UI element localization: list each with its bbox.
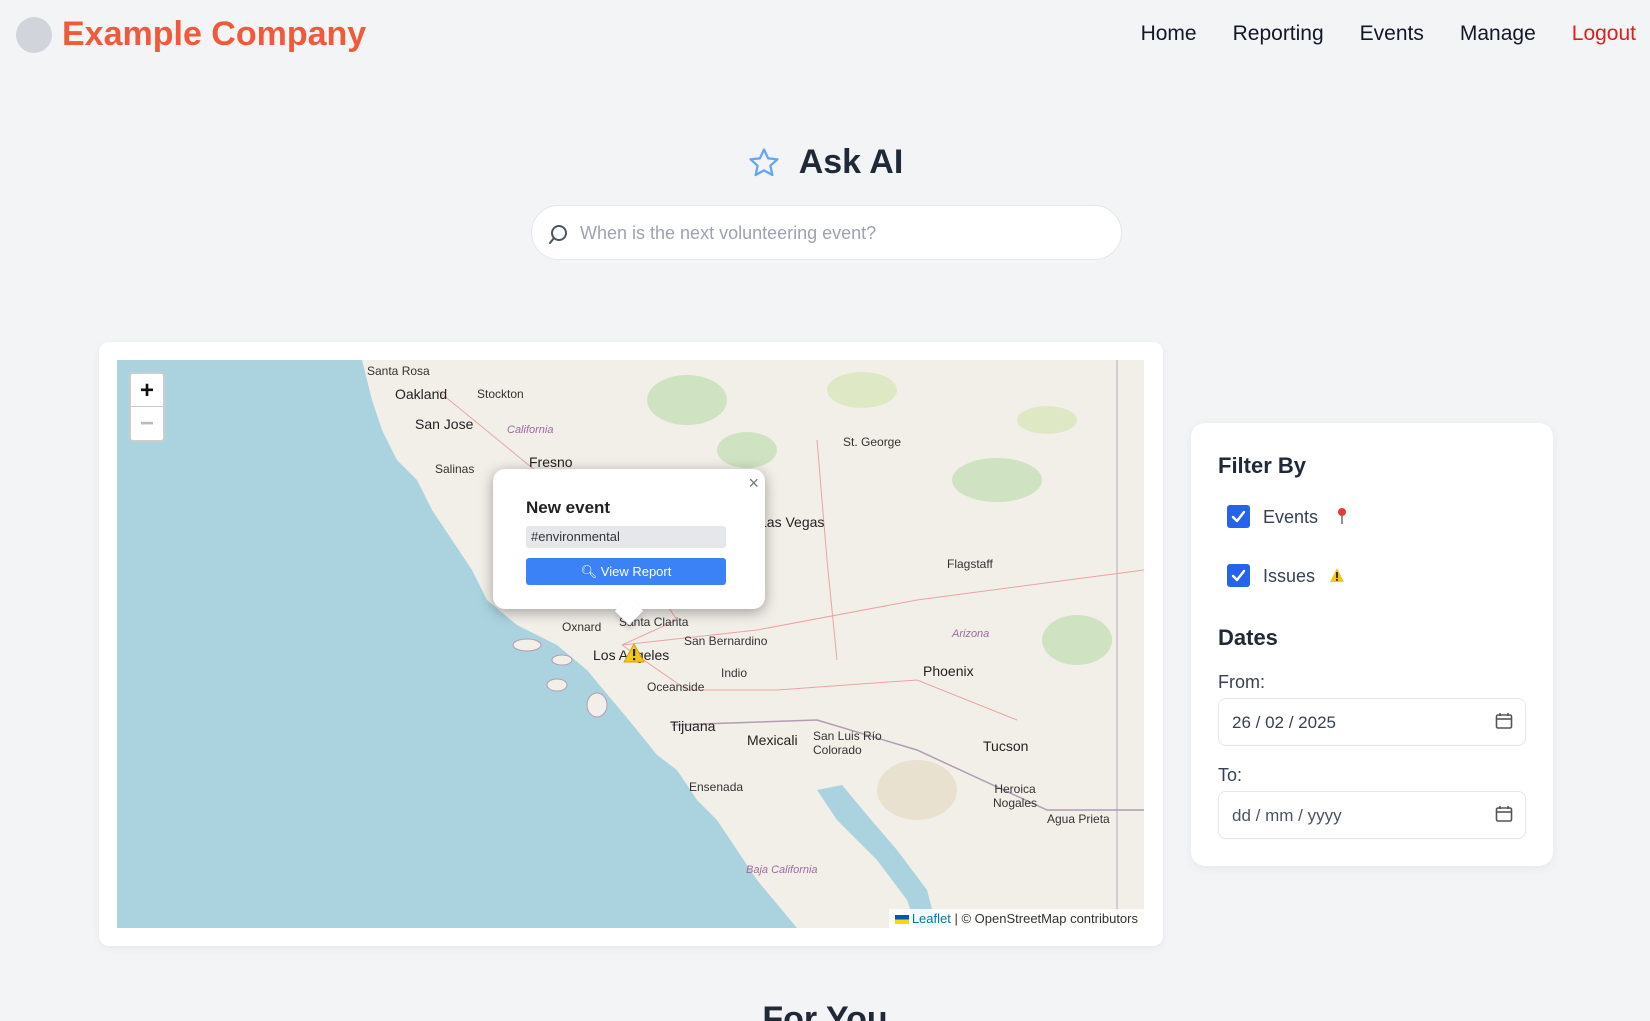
nav-home[interactable]: Home xyxy=(1141,22,1197,46)
map-label: Stockton xyxy=(477,387,524,401)
popup-close-icon[interactable]: × xyxy=(748,473,759,494)
map-label: Indio xyxy=(721,666,748,680)
issues-checkbox[interactable] xyxy=(1227,564,1250,587)
map-label: Fresno xyxy=(529,454,573,470)
map-label: San Luis Río Colorado xyxy=(813,729,882,757)
map-label: Flagstaff xyxy=(947,557,993,571)
for-you-heading: For You xyxy=(762,1000,888,1021)
top-header: Example Company Home Reporting Events Ma… xyxy=(0,0,1650,70)
star-icon xyxy=(749,147,779,176)
events-label: Events xyxy=(1263,507,1319,527)
zoom-out-button[interactable]: − xyxy=(131,407,163,440)
map-label: Baja California xyxy=(746,864,818,876)
map-label: Salinas xyxy=(435,462,475,476)
nav-reporting[interactable]: Reporting xyxy=(1233,22,1324,46)
popup-tag: #environmental xyxy=(526,526,726,548)
event-popup: × New event #environmental 🔍︎ View Repor… xyxy=(493,469,765,626)
to-date-input[interactable]: dd / mm / yyyy xyxy=(1218,791,1526,839)
filter-panel: Filter By Events Issues Dates From: 26 /… xyxy=(1191,423,1553,866)
map-label: Oceanside xyxy=(647,680,705,694)
ask-ai-heading: Ask AI xyxy=(0,143,1650,185)
pin-icon xyxy=(1338,508,1346,524)
map-attribution: Leaflet | © OpenStreetMap contributors xyxy=(888,909,1144,928)
brand-name[interactable]: Example Company xyxy=(62,15,366,54)
event-map[interactable]: Santa Rosa Oakland Stockton San Jose Cal… xyxy=(117,360,1144,928)
nav-logout[interactable]: Logout xyxy=(1572,22,1636,46)
filter-title: Filter By xyxy=(1218,453,1307,478)
from-date-value: 26 / 02 / 2025 xyxy=(1232,713,1336,732)
main-nav: Home Reporting Events Manage Logout xyxy=(1105,22,1636,46)
check-icon xyxy=(1231,510,1246,523)
nav-manage[interactable]: Manage xyxy=(1460,22,1536,46)
dates-title: Dates xyxy=(1218,625,1278,650)
zoom-in-button[interactable]: + xyxy=(131,374,163,407)
to-label: To: xyxy=(1218,765,1243,785)
ask-ai-title: Ask AI xyxy=(798,143,904,181)
map-label: Las Vegas xyxy=(759,514,825,530)
events-checkbox[interactable] xyxy=(1227,505,1250,528)
map-label: Oxnard xyxy=(562,620,602,634)
popup-title: New event xyxy=(526,498,611,517)
map-label: California xyxy=(507,424,554,436)
map-label: Heroica Nogales xyxy=(992,782,1038,810)
check-icon xyxy=(1231,569,1246,582)
calendar-icon[interactable] xyxy=(1495,712,1513,730)
map-label: San Bernardino xyxy=(684,634,768,648)
map-label: St. George xyxy=(843,435,902,449)
view-report-button[interactable]: 🔍︎ View Report xyxy=(526,558,726,585)
map-label: Tijuana xyxy=(670,718,716,734)
map-label: Ensenada xyxy=(689,780,744,794)
from-date-input[interactable]: 26 / 02 / 2025 xyxy=(1218,698,1526,746)
view-report-label: View Report xyxy=(600,564,672,579)
ask-ai-search[interactable] xyxy=(531,205,1122,260)
magnifier-icon: 🔍︎ xyxy=(580,564,601,579)
map-label: Phoenix xyxy=(923,663,974,679)
nav-events[interactable]: Events xyxy=(1360,22,1424,46)
zoom-control: + − xyxy=(129,372,165,442)
map-label: Oakland xyxy=(395,386,448,402)
map-label: Arizona xyxy=(952,628,990,640)
to-date-value: dd / mm / yyyy xyxy=(1232,806,1342,825)
map-label: Santa Rosa xyxy=(367,364,430,378)
map-label: San Jose xyxy=(415,416,474,432)
search-icon xyxy=(549,225,567,244)
leaflet-link[interactable]: Leaflet xyxy=(912,911,951,926)
from-label: From: xyxy=(1218,672,1265,692)
issue-marker-icon[interactable] xyxy=(623,643,645,663)
map-label: Mexicali xyxy=(747,732,798,748)
osm-attribution: | © OpenStreetMap contributors xyxy=(954,911,1139,926)
map-label: Agua Prieta xyxy=(1047,812,1110,826)
search-input[interactable] xyxy=(580,216,1100,250)
logo-avatar[interactable] xyxy=(16,17,52,53)
issues-label: Issues xyxy=(1263,566,1316,586)
calendar-icon[interactable] xyxy=(1495,805,1513,823)
warning-icon xyxy=(1330,568,1344,582)
map-label: Tucson xyxy=(983,738,1029,754)
ukraine-flag-icon xyxy=(894,915,909,925)
